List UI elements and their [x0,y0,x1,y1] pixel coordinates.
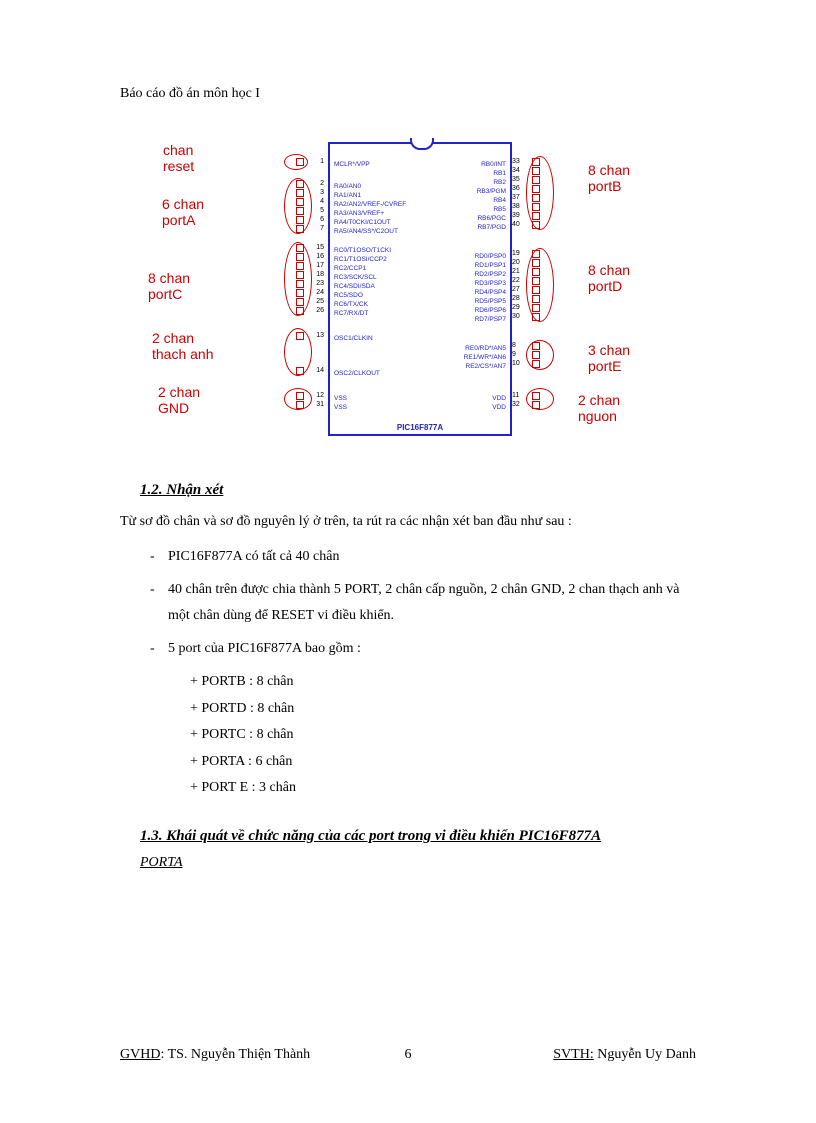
chip-notch [410,138,434,150]
footer-svth-label: SVTH: [553,1047,593,1062]
pin-number: 30 [512,313,530,320]
footer-page-number: 6 [405,1047,412,1063]
intro-1-2: Từ sơ đồ chân và sơ đồ nguyên lý ở trên,… [120,509,696,534]
pic-pinout-diagram: PIC16F877A MCLR*/VPP RA0/AN0RA1/AN1RA2/AN… [128,132,688,452]
pin-label: RC1/T1OSI/CCP2 [334,255,387,264]
footer-right: SVTH: Nguyễn Uy Danh [553,1047,696,1063]
pin-label: RA2/AN2/VREF-/CVREF [334,200,406,209]
pin-label: RC2/CCP1 [334,264,366,273]
diagram-annotation: 2 chanGND [158,384,200,416]
observation-list: PIC16F877A có tất cả 40 chân 40 chân trê… [150,544,696,661]
pin-number: 7 [306,225,324,232]
pin-group-ellipse [284,178,312,234]
diagram-annotation: 6 chanportA [162,196,204,228]
pin-group-ellipse [526,156,554,230]
diagram-annotation: 8 chanportB [588,162,630,194]
pin-label: RD5/PSP5 [475,297,506,306]
pin-label: RD0/PSP0 [475,252,506,261]
diagram-annotation: 8 chanportC [148,270,190,302]
diagram-annotation: 8 chanportD [588,262,630,294]
pin-label: RD1/PSP1 [475,261,506,270]
pin-label: RA1/AN1 [334,191,361,200]
pin-label: RE1/WR*/AN6 [464,353,506,362]
footer-gvhd-value: : TS. Nguyễn Thiện Thành [160,1047,310,1062]
pin-label: VDD [492,403,506,412]
port-entry: + PORTD : 8 chân [190,696,696,723]
pin-group-ellipse [284,154,308,170]
diagram-annotation: chanreset [163,142,194,174]
page-header: Báo cáo đồ án môn học I [120,86,696,102]
pin-group-ellipse [526,340,554,370]
pin-label: RC6/TX/CK [334,300,368,309]
pin-number: 19 [512,250,530,257]
pin-number: 15 [306,244,324,251]
footer-left: GVHD: TS. Nguyễn Thiện Thành [120,1047,310,1063]
diagram-annotation: 2 chanthach anh [152,330,214,362]
pin-number: 14 [306,367,324,374]
pin-label: RC7/RX/DT [334,309,368,318]
pin-label: VSS [334,394,347,403]
diagram-annotation: 2 channguon [578,392,620,424]
pin-label: RB2 [493,178,506,187]
pin-label: RC5/SDO [334,291,363,300]
pin-number: 40 [512,221,530,228]
pin-group-ellipse [526,248,554,322]
pin-label: OSC2/CLKOUT [334,369,380,378]
chip-outline: PIC16F877A MCLR*/VPP RA0/AN0RA1/AN1RA2/AN… [328,142,512,436]
list-item: PIC16F877A có tất cả 40 chân [150,544,696,569]
pin-group-ellipse [284,242,312,316]
port-entry: + PORT E : 3 chân [190,775,696,802]
pin-label: RA0/AN0 [334,182,361,191]
pin-number: 33 [512,158,530,165]
porta-heading: PORTA [140,855,696,871]
footer-svth-value: Nguyễn Uy Danh [594,1047,696,1062]
diagram-annotation: 3 chanportE [588,342,630,374]
pin-label: RD7/PSP7 [475,315,506,324]
pin-group-ellipse [284,388,312,410]
pin-label: RE0/RD*/AN5 [465,344,506,353]
pin-group-ellipse [526,388,554,410]
pin-label: RD3/PSP3 [475,279,506,288]
list-item: 40 chân trên được chia thành 5 PORT, 2 c… [150,577,696,627]
pin-number: 1 [306,158,324,165]
pin-label: RB4 [493,196,506,205]
pin-number: 26 [306,307,324,314]
pin-label: RD4/PSP4 [475,288,506,297]
pin-label: RA5/AN4/SS*/C2OUT [334,227,398,236]
pin-label: RB1 [493,169,506,178]
pin-label: RB7/PGD [477,223,506,232]
pin-label: RC3/SCK/SCL [334,273,377,282]
pin-label: RB6/PGC [477,214,506,223]
pin-label: RB3/PGM [477,187,506,196]
pin-label: RE2/CS*/AN7 [466,362,506,371]
pin-label: OSC1/CLKIN [334,334,373,343]
port-entry: + PORTA : 6 chân [190,749,696,776]
pin-label: RB0/INT [481,160,506,169]
list-item: 5 port của PIC16F877A bao gồm : [150,636,696,661]
pin-group-ellipse [284,328,312,376]
section-1-3-title: 1.3. Khái quát về chức năng của các port… [140,828,696,845]
page-footer: GVHD: TS. Nguyễn Thiện Thành 6 SVTH: Ngu… [120,1047,696,1063]
footer-gvhd-label: GVHD [120,1047,160,1062]
pin-label: VSS [334,403,347,412]
pin-number: 2 [306,180,324,187]
pin-label: RC0/T1OSO/T1CKI [334,246,391,255]
pin-label: RC4/SDI/SDA [334,282,375,291]
port-entry: + PORTB : 8 chân [190,669,696,696]
section-1-2-title: 1.2. Nhận xét [140,482,696,499]
port-entry: + PORTC : 8 chân [190,722,696,749]
pin-label: RA4/T0CKI/C1OUT [334,218,391,227]
pin-label: RB5 [493,205,506,214]
pin-label: MCLR*/VPP [334,160,370,169]
port-sublist: + PORTB : 8 chân + PORTD : 8 chân + PORT… [190,669,696,802]
pin-label: RA3/AN3/VREF+ [334,209,384,218]
chip-label: PIC16F877A [330,423,510,432]
pin-label: RD2/PSP2 [475,270,506,279]
pin-label: VDD [492,394,506,403]
pin-label: RD6/PSP6 [475,306,506,315]
